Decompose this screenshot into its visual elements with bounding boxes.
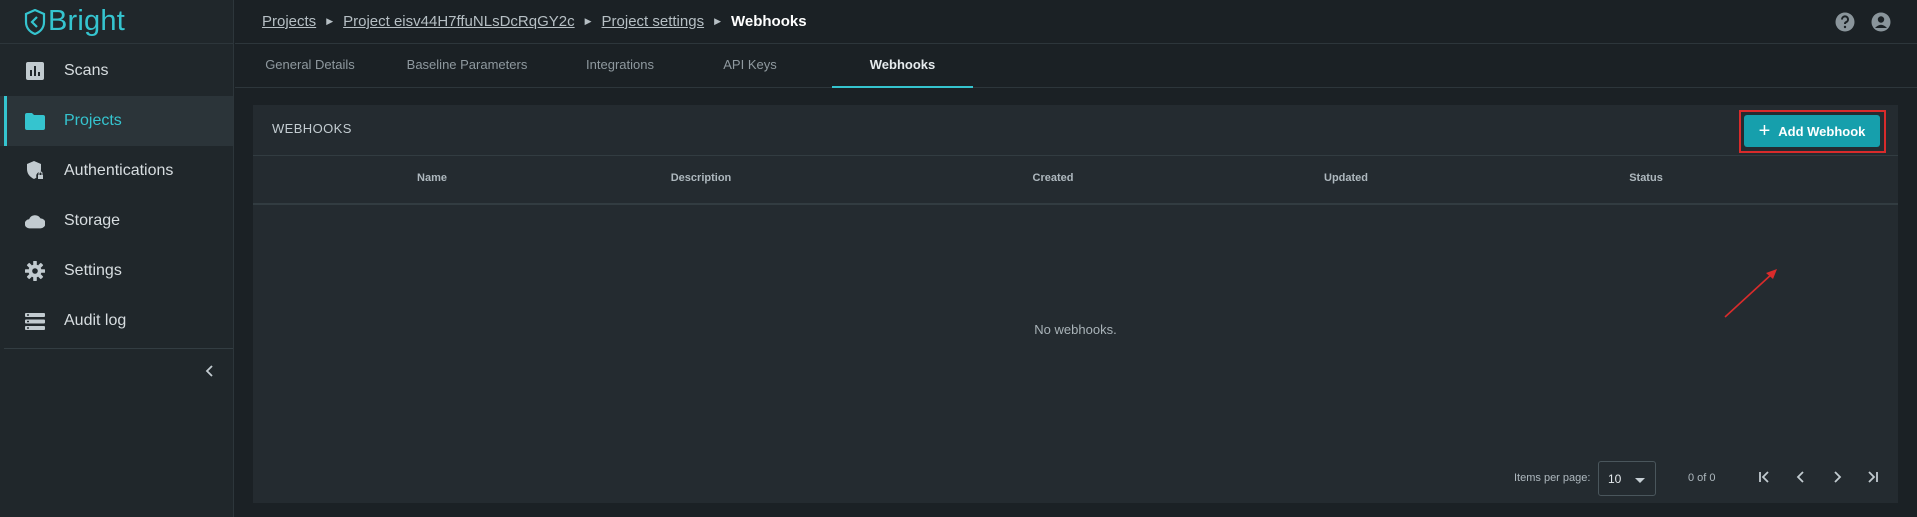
last-page-button[interactable]: [1862, 467, 1882, 487]
breadcrumb-current: Webhooks: [731, 13, 807, 30]
tab-baseline-parameters[interactable]: Baseline Parameters: [387, 44, 547, 88]
caret-down-icon: [1635, 478, 1645, 483]
breadcrumb-project-settings[interactable]: Project settings: [602, 13, 705, 30]
previous-page-button[interactable]: [1791, 467, 1811, 487]
chevron-right-icon: [1834, 471, 1842, 483]
table-header: Name Description Created Updated Status: [253, 155, 1898, 205]
breadcrumb-project[interactable]: Project eisv44H7ffuNLsDcRqGY2c: [343, 13, 575, 30]
help-icon[interactable]: [1835, 12, 1855, 32]
tab-api-keys[interactable]: API Keys: [685, 44, 815, 88]
add-webhook-button[interactable]: + Add Webhook: [1744, 115, 1880, 147]
sidebar-item-label: Audit log: [64, 312, 127, 329]
plus-icon: +: [1758, 120, 1771, 142]
sidebar-item-settings[interactable]: Settings: [0, 246, 233, 296]
empty-state-message: No webhooks.: [1034, 322, 1117, 337]
page-range: 0 of 0: [1688, 472, 1716, 484]
column-header-created[interactable]: Created: [1033, 172, 1074, 184]
account-icon[interactable]: [1871, 12, 1891, 32]
breadcrumb-separator-icon: ▶: [714, 16, 721, 26]
sidebar-item-scans[interactable]: Scans: [0, 46, 233, 96]
sidebar-item-audit-log[interactable]: Audit log: [0, 296, 233, 346]
items-per-page-select[interactable]: 10: [1598, 461, 1656, 496]
first-page-icon: [1759, 471, 1769, 483]
column-header-updated[interactable]: Updated: [1324, 172, 1368, 184]
sidebar-item-label: Projects: [64, 112, 122, 129]
column-header-description[interactable]: Description: [671, 172, 732, 184]
chevron-left-icon: [205, 365, 213, 377]
items-per-page-value: 10: [1608, 472, 1622, 486]
sidebar-item-label: Authentications: [64, 162, 174, 179]
cloud-icon: [25, 211, 45, 231]
collapse-sidebar-button[interactable]: [200, 361, 220, 381]
chevron-left-icon: [1796, 471, 1804, 483]
logo[interactable]: Bright: [0, 0, 233, 44]
add-webhook-label: Add Webhook: [1778, 123, 1866, 139]
next-page-button[interactable]: [1827, 467, 1847, 487]
first-page-button[interactable]: [1755, 467, 1775, 487]
gear-icon: [25, 261, 45, 281]
breadcrumb-projects[interactable]: Projects: [262, 13, 316, 30]
sidebar-item-label: Settings: [64, 262, 122, 279]
paginator: Items per page: 10 0 of 0: [253, 460, 1898, 496]
card-title: WEBHOOKS: [272, 121, 352, 136]
breadcrumb-separator-icon: ▶: [326, 16, 334, 26]
settings-tabs: General Details Baseline Parameters Inte…: [235, 44, 1917, 88]
sidebar-item-label: Scans: [64, 62, 109, 79]
sidebar-nav: Scans Projects Authentications Storage S…: [0, 46, 233, 346]
webhooks-card: WEBHOOKS + Add Webhook Name Description …: [253, 105, 1898, 503]
breadcrumb-separator-icon: ▶: [584, 16, 592, 26]
items-per-page-label: Items per page:: [1514, 472, 1591, 484]
header-actions: [1835, 12, 1891, 32]
sidebar: Bright Scans Projects Authentications St…: [0, 0, 234, 517]
column-header-status[interactable]: Status: [1629, 172, 1663, 184]
breadcrumb: Projects ▶ Project eisv44H7ffuNLsDcRqGY2…: [235, 0, 1917, 44]
bar-chart-icon: [25, 61, 45, 81]
list-icon: [25, 311, 45, 331]
logo-text: Bright: [48, 5, 125, 37]
tab-webhooks[interactable]: Webhooks: [832, 44, 973, 88]
shield-lock-icon: [25, 161, 45, 181]
bright-logo-icon: [24, 8, 46, 35]
sidebar-item-storage[interactable]: Storage: [0, 196, 233, 246]
column-header-name[interactable]: Name: [417, 172, 447, 184]
sidebar-item-label: Storage: [64, 212, 121, 229]
sidebar-divider: [4, 348, 233, 349]
folder-icon: [25, 111, 45, 131]
sidebar-item-authentications[interactable]: Authentications: [0, 146, 233, 196]
sidebar-item-projects[interactable]: Projects: [0, 96, 233, 146]
last-page-icon: [1868, 471, 1878, 483]
tab-integrations[interactable]: Integrations: [560, 44, 680, 88]
annotation-arrow-icon: [1724, 269, 1777, 318]
tab-general-details[interactable]: General Details: [255, 44, 365, 88]
